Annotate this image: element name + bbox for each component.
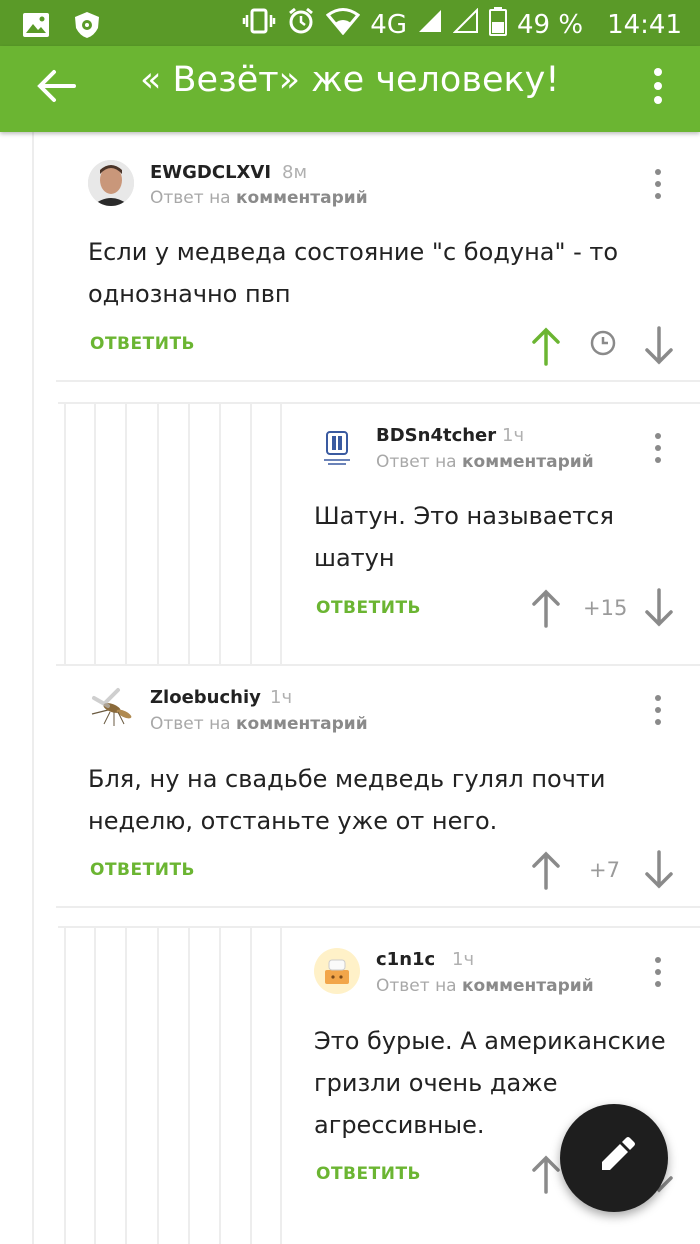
alarm-icon xyxy=(286,6,316,43)
author-name[interactable]: c1n1c xyxy=(376,949,435,970)
avatar[interactable] xyxy=(314,948,360,994)
more-vertical-icon xyxy=(655,433,661,463)
comment: BDSn4tcher 1ч Ответ на комментарий Шатун… xyxy=(0,402,700,664)
reply-target-link[interactable]: комментарий xyxy=(236,714,368,734)
more-vertical-icon xyxy=(654,68,662,104)
wifi-icon xyxy=(326,7,361,42)
comment-time: 8м xyxy=(282,162,308,183)
app-notification-icon xyxy=(72,10,102,45)
comment-menu-button[interactable] xyxy=(650,164,666,204)
upvote-button[interactable] xyxy=(531,588,561,628)
back-button[interactable] xyxy=(34,64,78,108)
arrow-up-icon xyxy=(532,327,560,366)
vibrate-icon xyxy=(242,7,276,42)
signal-icon xyxy=(417,8,443,41)
gallery-notification-icon xyxy=(22,12,50,43)
comment-time: 1ч xyxy=(270,687,293,708)
comment: Zloebuchiy 1ч Ответ на комментарий Бля, … xyxy=(0,664,700,906)
upvote-button[interactable] xyxy=(531,850,561,890)
more-vertical-icon xyxy=(655,957,661,987)
battery-percent: 49 % xyxy=(517,9,584,40)
author-name[interactable]: Zloebuchiy xyxy=(150,687,261,708)
reply-to: Ответ на комментарий xyxy=(150,714,368,734)
reply-button[interactable]: ОТВЕТИТЬ xyxy=(90,334,195,354)
comment-menu-button[interactable] xyxy=(650,690,666,730)
author-name[interactable]: EWGDCLXVI xyxy=(150,162,271,183)
reply-button[interactable]: ОТВЕТИТЬ xyxy=(90,860,195,880)
arrow-down-icon xyxy=(645,326,673,365)
upvote-button[interactable] xyxy=(531,1154,561,1194)
downvote-button[interactable] xyxy=(644,326,674,366)
divider xyxy=(56,380,700,382)
clock-icon xyxy=(590,330,616,356)
status-bar: 4G 49 % 14:41 xyxy=(0,0,700,46)
reply-to: Ответ на комментарий xyxy=(150,188,368,208)
clock: 14:41 xyxy=(607,9,682,40)
reply-target-link[interactable]: комментарий xyxy=(236,188,368,208)
app-bar: « Везёт» же человеку! xyxy=(0,46,700,132)
avatar[interactable] xyxy=(88,160,134,206)
more-vertical-icon xyxy=(655,695,661,725)
downvote-button[interactable] xyxy=(644,588,674,628)
reply-target-link[interactable]: комментарий xyxy=(462,976,594,996)
comment-text: Шатун. Это называется шатун xyxy=(314,502,614,572)
rating-score: +7 xyxy=(589,858,620,882)
pencil-icon xyxy=(602,1137,635,1170)
author-name[interactable]: BDSn4tcher xyxy=(376,425,496,446)
back-arrow-icon xyxy=(37,70,76,102)
divider xyxy=(56,906,700,908)
comment-menu-button[interactable] xyxy=(650,428,666,468)
comment-time: 1ч xyxy=(452,949,475,970)
arrow-up-icon xyxy=(532,1155,560,1194)
battery-icon xyxy=(489,6,507,43)
reply-target-link[interactable]: комментарий xyxy=(462,452,594,472)
arrow-down-icon xyxy=(645,588,673,627)
comment-time: 1ч xyxy=(502,425,525,446)
upvote-button[interactable] xyxy=(531,326,561,366)
arrow-down-icon xyxy=(645,850,673,889)
downvote-button[interactable] xyxy=(644,850,674,890)
more-vertical-icon xyxy=(655,169,661,199)
avatar[interactable] xyxy=(314,424,360,470)
rating-score: +15 xyxy=(583,596,628,620)
pending-rating-button[interactable] xyxy=(588,328,618,358)
reply-button[interactable]: ОТВЕТИТЬ xyxy=(316,1164,421,1184)
comment-text: Бля, ну на свадьбе медведь гулял почти н… xyxy=(88,765,606,835)
signal-empty-icon xyxy=(452,7,479,41)
comment-text: Если у медведа состояние "с бодуна" - то… xyxy=(88,238,619,308)
page-title: « Везёт» же человеку! xyxy=(140,60,560,100)
overflow-menu-button[interactable] xyxy=(646,62,670,110)
arrow-up-icon xyxy=(532,851,560,890)
reply-to: Ответ на комментарий xyxy=(376,976,594,996)
comment-menu-button[interactable] xyxy=(650,952,666,992)
reply-to: Ответ на комментарий xyxy=(376,452,594,472)
reply-button[interactable]: ОТВЕТИТЬ xyxy=(316,598,421,618)
avatar[interactable] xyxy=(88,684,134,730)
arrow-up-icon xyxy=(532,589,560,628)
network-type: 4G xyxy=(370,9,407,40)
comment: EWGDCLXVI 8м Ответ на комментарий Если у… xyxy=(0,132,700,380)
write-comment-button[interactable] xyxy=(560,1104,668,1212)
